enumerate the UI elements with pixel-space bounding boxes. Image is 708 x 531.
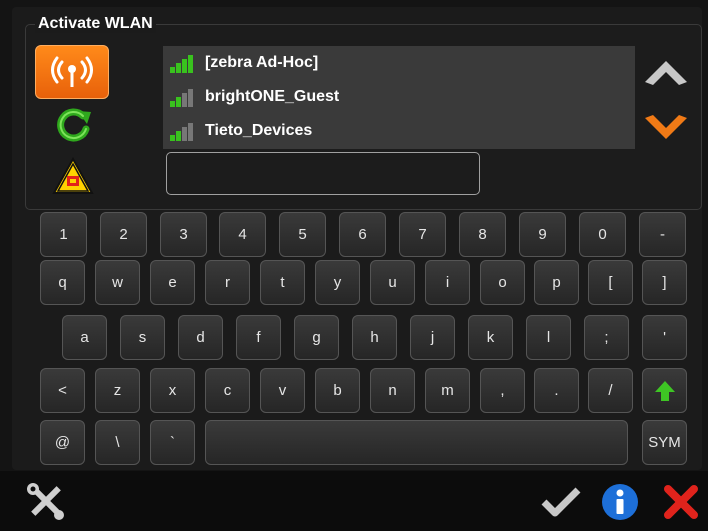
key-at[interactable]: @: [40, 420, 85, 465]
key-row2-8[interactable]: o: [480, 260, 525, 305]
key-row1-0[interactable]: 1: [40, 212, 87, 257]
bottom-toolbar: [0, 471, 708, 531]
refresh-icon: [57, 108, 91, 142]
network-list[interactable]: [zebra Ad-Hoc] brightONE_Guest Tieto_Dev…: [163, 46, 635, 149]
chevron-up-icon: [645, 61, 687, 85]
key-row2-10[interactable]: [: [588, 260, 633, 305]
key-row1-5[interactable]: 6: [339, 212, 386, 257]
key-row1-10[interactable]: -: [639, 212, 686, 257]
signal-strength-icon: [170, 89, 193, 107]
key-row4-5[interactable]: b: [315, 368, 360, 413]
key-row4-2[interactable]: x: [150, 368, 195, 413]
key-row4-8[interactable]: ,: [480, 368, 525, 413]
key-row3-3[interactable]: f: [236, 315, 281, 360]
network-name: brightONE_Guest: [205, 88, 340, 105]
key-row3-9[interactable]: ;: [584, 315, 629, 360]
key-row3-4[interactable]: g: [294, 315, 339, 360]
key-backtick[interactable]: `: [150, 420, 195, 465]
refresh-button[interactable]: [53, 107, 95, 145]
key-row3-5[interactable]: h: [352, 315, 397, 360]
key-row2-7[interactable]: i: [425, 260, 470, 305]
dialog-title: Activate WLAN: [35, 15, 156, 33]
key-row4-7[interactable]: m: [425, 368, 470, 413]
tools-icon[interactable]: [25, 481, 67, 521]
chevron-down-icon: [645, 115, 687, 139]
wifi-toggle-button[interactable]: [35, 45, 109, 99]
network-item[interactable]: Tieto_Devices: [163, 114, 635, 148]
key-row4-9[interactable]: .: [534, 368, 579, 413]
key-row1-1[interactable]: 2: [100, 212, 147, 257]
signal-strength-icon: [170, 55, 193, 73]
key-row1-6[interactable]: 7: [399, 212, 446, 257]
network-item[interactable]: [zebra Ad-Hoc]: [163, 46, 635, 80]
warning-icon: [52, 156, 94, 194]
key-row4-0[interactable]: <: [40, 368, 85, 413]
key-row2-9[interactable]: p: [534, 260, 579, 305]
key-row2-2[interactable]: e: [150, 260, 195, 305]
key-row4-1[interactable]: z: [95, 368, 140, 413]
key-row3-0[interactable]: a: [62, 315, 107, 360]
key-row3-6[interactable]: j: [410, 315, 455, 360]
key-row4-10[interactable]: /: [588, 368, 633, 413]
key-row2-6[interactable]: u: [370, 260, 415, 305]
signal-strength-icon: [170, 123, 193, 141]
info-icon[interactable]: [600, 482, 640, 522]
network-name: Tieto_Devices: [205, 122, 313, 139]
key-row2-4[interactable]: t: [260, 260, 305, 305]
wifi-antenna-icon: [51, 56, 93, 87]
key-backslash[interactable]: \: [95, 420, 140, 465]
key-row1-2[interactable]: 3: [160, 212, 207, 257]
key-row3-10[interactable]: ': [642, 315, 687, 360]
space-bar[interactable]: [205, 420, 628, 465]
key-row1-7[interactable]: 8: [459, 212, 506, 257]
network-item[interactable]: brightONE_Guest: [163, 80, 635, 114]
warning-indicator: [52, 156, 94, 195]
shift-key[interactable]: [642, 368, 687, 413]
key-row2-1[interactable]: w: [95, 260, 140, 305]
key-row1-4[interactable]: 5: [279, 212, 326, 257]
key-row2-0[interactable]: q: [40, 260, 85, 305]
network-name: [zebra Ad-Hoc]: [205, 54, 319, 71]
key-row1-9[interactable]: 0: [579, 212, 626, 257]
checkmark-icon[interactable]: [540, 485, 582, 519]
sym-key[interactable]: SYM: [642, 420, 687, 465]
key-row2-3[interactable]: r: [205, 260, 250, 305]
key-row3-2[interactable]: d: [178, 315, 223, 360]
key-row2-5[interactable]: y: [315, 260, 360, 305]
key-row1-8[interactable]: 9: [519, 212, 566, 257]
key-row3-8[interactable]: l: [526, 315, 571, 360]
key-row3-1[interactable]: s: [120, 315, 165, 360]
shift-up-arrow-icon: [654, 380, 675, 401]
key-row4-6[interactable]: n: [370, 368, 415, 413]
key-row2-11[interactable]: ]: [642, 260, 687, 305]
key-row1-3[interactable]: 4: [219, 212, 266, 257]
key-row4-3[interactable]: c: [205, 368, 250, 413]
key-row3-7[interactable]: k: [468, 315, 513, 360]
key-row4-4[interactable]: v: [260, 368, 305, 413]
password-input[interactable]: [166, 152, 480, 195]
close-icon[interactable]: [662, 483, 700, 521]
scroll-down-button[interactable]: [643, 112, 689, 142]
scroll-up-button[interactable]: [643, 58, 689, 88]
